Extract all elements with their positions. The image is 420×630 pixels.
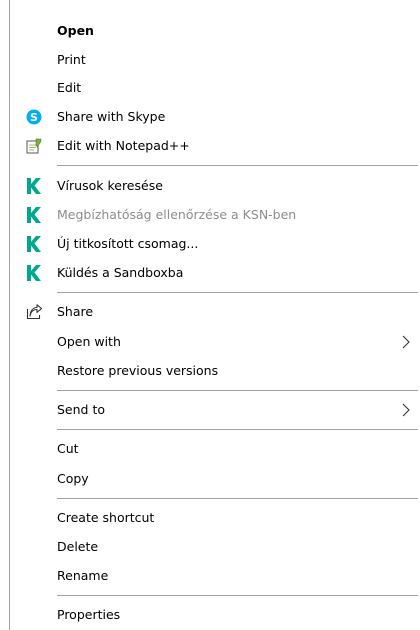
menu-item-label: Cut — [57, 441, 79, 456]
menu-item-print[interactable]: Print — [10, 45, 418, 75]
menu-item-new-encrypted-package[interactable]: Új titkosított csomag... — [10, 229, 418, 259]
menu-separator — [57, 165, 418, 166]
menu-item-copy[interactable]: Copy — [10, 464, 418, 494]
menu-item-edit[interactable]: Edit — [10, 73, 418, 103]
menu-item-restore-previous-versions[interactable]: Restore previous versions — [10, 356, 418, 386]
menu-item-label: Open with — [57, 334, 121, 349]
menu-separator — [57, 595, 418, 596]
notepad-plus-plus-icon — [26, 138, 42, 154]
svg-text:S: S — [30, 111, 38, 124]
menu-item-label: Properties — [57, 607, 121, 622]
menu-separator — [57, 292, 418, 293]
menu-item-edit-with-notepad[interactable]: Edit with Notepad++ — [10, 131, 418, 161]
menu-item-send-to-sandbox[interactable]: Küldés a Sandboxba — [10, 258, 418, 288]
menu-item-share-with-skype[interactable]: S Share with Skype — [10, 102, 418, 132]
menu-item-label: Új titkosított csomag... — [57, 236, 199, 251]
kaspersky-k-icon — [26, 236, 42, 252]
menu-item-label: Edit — [57, 80, 82, 95]
menu-item-label: Create shortcut — [57, 510, 155, 525]
menu-item-delete[interactable]: Delete — [10, 532, 418, 562]
menu-item-label: Megbízhatóság ellenőrzése a KSN-ben — [57, 207, 297, 222]
kaspersky-k-icon — [26, 178, 42, 194]
menu-item-create-shortcut[interactable]: Create shortcut — [10, 503, 418, 533]
menu-item-ksn-check: Megbízhatóság ellenőrzése a KSN-ben — [10, 200, 418, 230]
context-menu: Open Print Edit S Share with Skype Edit … — [9, 0, 418, 630]
chevron-right-icon — [400, 403, 412, 417]
menu-separator — [57, 498, 418, 499]
menu-item-label: Share — [57, 304, 94, 319]
kaspersky-k-icon — [26, 207, 42, 223]
menu-item-label: Print — [57, 52, 86, 67]
menu-item-label: Edit with Notepad++ — [57, 138, 190, 153]
menu-item-label: Vírusok keresése — [57, 178, 163, 193]
menu-item-share[interactable]: Share — [10, 297, 418, 327]
menu-item-label: Rename — [57, 568, 109, 583]
menu-item-properties[interactable]: Properties — [10, 600, 418, 630]
menu-item-label: Send to — [57, 402, 106, 417]
menu-separator — [57, 429, 418, 430]
menu-item-cut[interactable]: Cut — [10, 434, 418, 464]
skype-icon: S — [26, 109, 42, 125]
menu-item-send-to[interactable]: Send to — [10, 395, 418, 425]
menu-item-rename[interactable]: Rename — [10, 561, 418, 591]
menu-item-open-with[interactable]: Open with — [10, 327, 418, 357]
menu-item-open[interactable]: Open — [10, 16, 418, 46]
menu-item-label: Restore previous versions — [57, 363, 219, 378]
menu-item-label: Open — [57, 23, 94, 38]
menu-item-virus-scan[interactable]: Vírusok keresése — [10, 171, 418, 201]
menu-item-label: Delete — [57, 539, 99, 554]
menu-item-label: Küldés a Sandboxba — [57, 265, 184, 280]
share-icon — [26, 304, 43, 320]
menu-separator — [57, 390, 418, 391]
menu-item-label: Share with Skype — [57, 109, 166, 124]
kaspersky-k-icon — [26, 265, 42, 281]
menu-item-label: Copy — [57, 471, 89, 486]
chevron-right-icon — [400, 335, 412, 349]
